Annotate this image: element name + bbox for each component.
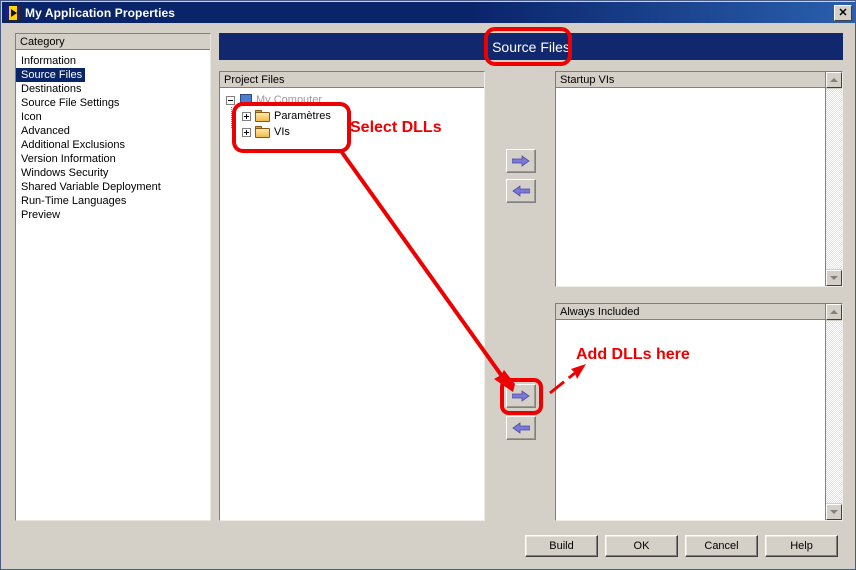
cancel-button[interactable]: Cancel	[685, 535, 758, 557]
annotation-add-dlls: Add DLLs here	[576, 346, 690, 363]
scroll-down-icon[interactable]	[826, 504, 842, 520]
scroll-up-icon[interactable]	[826, 72, 842, 88]
scrollbar-track[interactable]	[826, 321, 842, 503]
annotation-select-dlls: Select DLLs	[350, 119, 442, 136]
remove-from-always-included-button[interactable]	[506, 416, 536, 440]
tree-item-my-computer[interactable]: My Computer	[226, 92, 484, 108]
scroll-down-icon[interactable]	[826, 270, 842, 286]
folder-icon	[255, 126, 270, 138]
add-to-startup-vis-button[interactable]	[506, 149, 536, 173]
tree-item-label: Paramètres	[274, 110, 331, 122]
sidebar-item-source-file-settings[interactable]: Source File Settings	[16, 93, 210, 109]
category-item-label: Preview	[21, 209, 61, 221]
remove-from-startup-vis-button[interactable]	[506, 179, 536, 203]
project-files-panel: Project Files My Computer Paramètres VIs	[219, 71, 485, 521]
computer-icon	[239, 94, 253, 106]
right-arrow-icon	[512, 390, 530, 402]
startup-vis-panel: Startup VIs	[555, 71, 843, 287]
sidebar-item-destinations[interactable]: Destinations	[16, 79, 210, 95]
always-included-header: Always Included	[556, 304, 842, 320]
left-arrow-icon	[512, 185, 530, 197]
sidebar-item-source-files[interactable]: Source Files	[16, 65, 210, 82]
sidebar-item-shared-variable-deployment[interactable]: Shared Variable Deployment	[16, 177, 210, 193]
scrollbar-track[interactable]	[826, 89, 842, 269]
category-list[interactable]: Information Source Files Destinations So…	[16, 50, 210, 221]
left-arrow-icon	[512, 422, 530, 434]
sidebar-item-information[interactable]: Information	[16, 51, 210, 67]
tree-item-label: My Computer	[256, 94, 323, 106]
expand-expander-icon[interactable]	[242, 127, 251, 137]
application-window: My Application Properties ✕ Category Inf…	[0, 0, 856, 570]
right-arrow-icon	[512, 155, 530, 167]
sidebar-item-additional-exclusions[interactable]: Additional Exclusions	[16, 135, 210, 151]
category-header: Category	[16, 34, 210, 50]
window-title: My Application Properties	[25, 5, 176, 20]
folder-icon	[255, 110, 270, 122]
tree-connector-line	[231, 107, 232, 129]
startup-vis-header-label: Startup VIs	[560, 73, 615, 86]
sidebar-item-run-time-languages[interactable]: Run-Time Languages	[16, 191, 210, 207]
category-panel: Category Information Source Files Destin…	[15, 33, 211, 521]
startup-vis-scrollbar[interactable]	[825, 72, 842, 286]
close-button[interactable]: ✕	[834, 4, 852, 21]
title-bar: My Application Properties ✕	[2, 2, 855, 23]
tree-item-label: VIs	[274, 126, 290, 138]
expand-expander-icon[interactable]	[242, 111, 251, 121]
sidebar-item-advanced[interactable]: Advanced	[16, 121, 210, 137]
page-title-banner: Source Files	[219, 33, 843, 60]
collapse-expander-icon[interactable]	[226, 95, 235, 105]
project-files-header: Project Files	[220, 72, 484, 88]
labview-icon	[5, 4, 21, 21]
add-to-always-included-button[interactable]	[506, 384, 536, 408]
scroll-up-icon[interactable]	[826, 304, 842, 320]
page-title: Source Files	[492, 38, 570, 55]
always-included-scrollbar[interactable]	[825, 304, 842, 520]
build-button[interactable]: Build	[525, 535, 598, 557]
always-included-header-label: Always Included	[560, 305, 640, 318]
ok-button[interactable]: OK	[605, 535, 678, 557]
always-included-panel: Always Included	[555, 303, 843, 521]
project-files-header-label: Project Files	[224, 73, 285, 86]
help-button[interactable]: Help	[765, 535, 838, 557]
sidebar-item-version-information[interactable]: Version Information	[16, 149, 210, 165]
startup-vis-header: Startup VIs	[556, 72, 842, 88]
